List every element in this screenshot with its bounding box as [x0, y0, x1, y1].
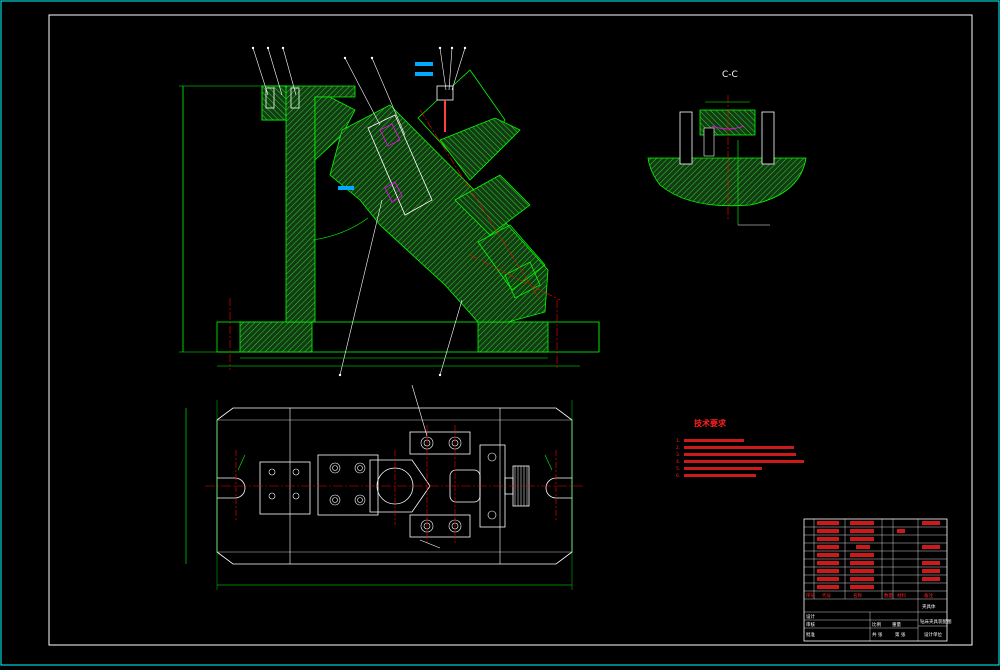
tech-req-item: 4. — [676, 459, 680, 465]
title-label: 设计 — [806, 613, 815, 620]
title-label: 重量 — [892, 621, 901, 628]
section-label: C-C — [722, 70, 738, 80]
front-view — [179, 46, 600, 377]
tech-req-item: 1. — [676, 438, 680, 444]
header-cell: 数量 — [884, 592, 893, 599]
cad-drawing-canvas: C-C 技术要求 1. 2. 3. 4. 5. 6. 序号 代号 名称 数量 材… — [0, 0, 1000, 666]
title-label: 审核 — [806, 621, 815, 628]
title-label: 比例 — [872, 621, 881, 628]
parts-list-header: 序号 代号 名称 数量 材料 备注 — [806, 592, 933, 599]
title-label: 批准 — [806, 631, 815, 638]
tech-req-item: 2. — [676, 445, 680, 451]
drill-bushing — [436, 85, 454, 101]
company-name: 设计单位 — [924, 631, 942, 638]
tech-req-item: 6. — [676, 473, 680, 479]
tech-requirements-heading: 技术要求 — [694, 418, 727, 428]
left-u-slot — [217, 477, 246, 499]
technical-requirements: 技术要求 1. 2. 3. 4. 5. 6. — [676, 418, 804, 479]
base-left-section — [239, 321, 313, 353]
title-label: 共 张 — [872, 631, 883, 638]
support-block-left — [259, 461, 311, 515]
header-cell: 名称 — [853, 592, 862, 599]
part-name: 夹具体 — [922, 603, 936, 610]
title-label: 第 张 — [895, 631, 906, 638]
title-block: 序号 代号 名称 数量 材料 备注 夹具体 钻床夹具装配图 设计单位 设计 审核… — [803, 518, 952, 642]
drawing-name: 钻床夹具装配图 — [920, 618, 952, 625]
header-cell: 材料 — [897, 592, 906, 599]
header-cell: 序号 — [806, 592, 815, 599]
section-body — [647, 157, 807, 207]
header-cell: 代号 — [822, 592, 831, 599]
tech-req-item: 5. — [676, 466, 680, 472]
drawing-svg: C-C 技术要求 1. 2. 3. 4. 5. 6. 序号 代号 名称 数量 材… — [0, 0, 1000, 666]
base-right-section — [477, 321, 549, 353]
top-view — [185, 384, 585, 590]
tech-req-item: 3. — [676, 452, 680, 458]
right-u-slot — [545, 477, 572, 499]
header-cell: 备注 — [924, 592, 933, 599]
section-c-c: C-C — [647, 70, 807, 226]
